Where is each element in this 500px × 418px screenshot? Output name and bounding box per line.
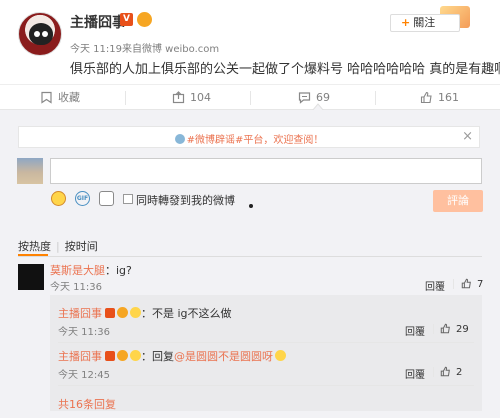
reply-time: 今天 12:45 — [58, 370, 110, 381]
submit-comment-button[interactable]: 評論 — [433, 190, 483, 212]
user-avatar[interactable] — [18, 12, 62, 56]
member-badge-icon — [137, 12, 152, 27]
follow-button[interactable]: + 關注 — [390, 14, 460, 32]
reply-button[interactable]: 回覆 — [425, 278, 445, 293]
member-badge-icon — [117, 350, 128, 361]
comment-body: 莫斯是大腿：ig? — [50, 262, 132, 278]
comment-panel: #微博辟谣#平台，欢迎查阅！ × GIF 同時轉發到我的微博 評論 按热度 | 按时… — [0, 110, 500, 418]
reply-divider — [433, 324, 434, 334]
reply-button[interactable]: 回覆 — [405, 366, 425, 381]
verified-badge-icon: V — [120, 13, 133, 26]
sort-tabs: 按热度 | 按时间 — [18, 238, 98, 256]
repost-label: 同時轉發到我的微博 — [136, 194, 235, 207]
emoji-badge-icon — [130, 350, 141, 361]
follow-label: 關注 — [413, 16, 436, 29]
like-count: 161 — [438, 91, 459, 104]
post-meta: 今天 11:19来自微博 weibo.com — [70, 44, 220, 55]
member-badge-icon — [117, 307, 128, 318]
reply-time: 今天 11:36 — [58, 327, 110, 338]
more-replies-link[interactable]: 共16条回复 — [58, 396, 116, 412]
sort-separator: | — [56, 240, 60, 253]
emoji-badge-icon — [130, 307, 141, 318]
reply-like-count: 2 — [456, 367, 463, 378]
post-author-name[interactable]: 主播囧事 — [70, 12, 126, 32]
reply-like-count: 29 — [456, 324, 469, 335]
notice-text-row: #微博辟谣#平台，欢迎查阅！ — [19, 131, 479, 146]
reply-like-button[interactable]: 2 — [440, 366, 462, 378]
share-icon — [172, 91, 185, 104]
reply-body: 主播囧事 ：回复@是圆圆不是圆圆呀 — [58, 348, 286, 364]
plus-icon: + — [401, 16, 411, 29]
verified-badge-icon — [105, 351, 115, 361]
cursor-dot — [249, 204, 253, 208]
post-text: 俱乐部的人加上俱乐部的公关一起做了个爆料号 哈哈哈哈哈哈 真的是有趣啊 — [70, 62, 500, 77]
reply-divider — [453, 279, 454, 289]
collect-button[interactable]: 收藏 — [40, 85, 80, 111]
share-button[interactable]: 104 — [172, 85, 211, 111]
action-divider — [250, 91, 251, 105]
notice-link[interactable]: #微博辟谣#平台，欢迎查阅！ — [187, 135, 324, 146]
reply-divider — [433, 367, 434, 377]
comment-author[interactable]: 莫斯是大腿 — [50, 264, 105, 277]
comment-like-count: 7 — [477, 279, 484, 290]
tab-sort-hot[interactable]: 按热度 — [18, 238, 51, 254]
reply-like-button[interactable]: 29 — [440, 323, 469, 335]
comment-icon — [298, 92, 311, 104]
collect-label: 收藏 — [58, 91, 80, 104]
reply-thread: 主播囧事 ：不是 ig不这么做 今天 11:36 回覆 29 主播囧事 ：回复@是圆… — [50, 295, 482, 411]
sort-divider — [18, 256, 482, 257]
avatar-face — [29, 23, 53, 45]
reply-separator — [58, 385, 474, 386]
laugh-emoji-icon — [275, 350, 286, 361]
notice-banner: #微博辟谣#平台，欢迎查阅！ × — [18, 126, 480, 148]
comment-like-button[interactable]: 7 — [461, 278, 483, 290]
emoji-icon[interactable] — [51, 191, 66, 206]
reply-author[interactable]: 主播囧事 — [58, 350, 102, 363]
like-icon — [420, 91, 432, 104]
verified-badge-icon — [105, 308, 115, 318]
close-icon[interactable]: × — [462, 129, 473, 144]
comment-text: ：ig? — [105, 264, 132, 277]
gif-icon[interactable]: GIF — [75, 191, 90, 206]
share-count: 104 — [190, 91, 211, 104]
reply-text-prefix: ：回复 — [141, 350, 174, 363]
action-divider — [125, 91, 126, 105]
mention-link[interactable]: @是圆圆不是圆圆呀 — [174, 350, 273, 363]
current-user-avatar — [17, 158, 43, 184]
weibo-post: 主播囧事 V + 關注 今天 11:19来自微博 weibo.com 俱乐部的人加… — [0, 0, 500, 86]
repost-checkbox[interactable] — [123, 194, 133, 204]
comment-input[interactable] — [50, 158, 482, 184]
like-icon — [440, 366, 450, 377]
commenter-avatar[interactable] — [18, 264, 44, 290]
image-icon[interactable] — [99, 191, 114, 206]
avatar-eye-right — [42, 31, 48, 37]
tab-sort-time[interactable]: 按时间 — [65, 238, 98, 254]
avatar-eye-left — [34, 31, 40, 37]
reply-button[interactable]: 回覆 — [405, 323, 425, 338]
collect-icon — [41, 91, 52, 104]
comment-time: 今天 11:36 — [50, 282, 102, 293]
info-icon — [174, 134, 185, 144]
reply-body: 主播囧事 ：不是 ig不这么做 — [58, 305, 232, 321]
reply-author[interactable]: 主播囧事 — [58, 307, 102, 320]
like-icon — [461, 278, 471, 289]
post-action-bar: 收藏 104 69 161 — [0, 84, 500, 110]
reply-text: ：不是 ig不这么做 — [141, 307, 232, 320]
reply-separator — [58, 342, 474, 343]
like-icon — [440, 323, 450, 334]
like-button[interactable]: 161 — [420, 85, 459, 111]
action-divider — [375, 91, 376, 105]
